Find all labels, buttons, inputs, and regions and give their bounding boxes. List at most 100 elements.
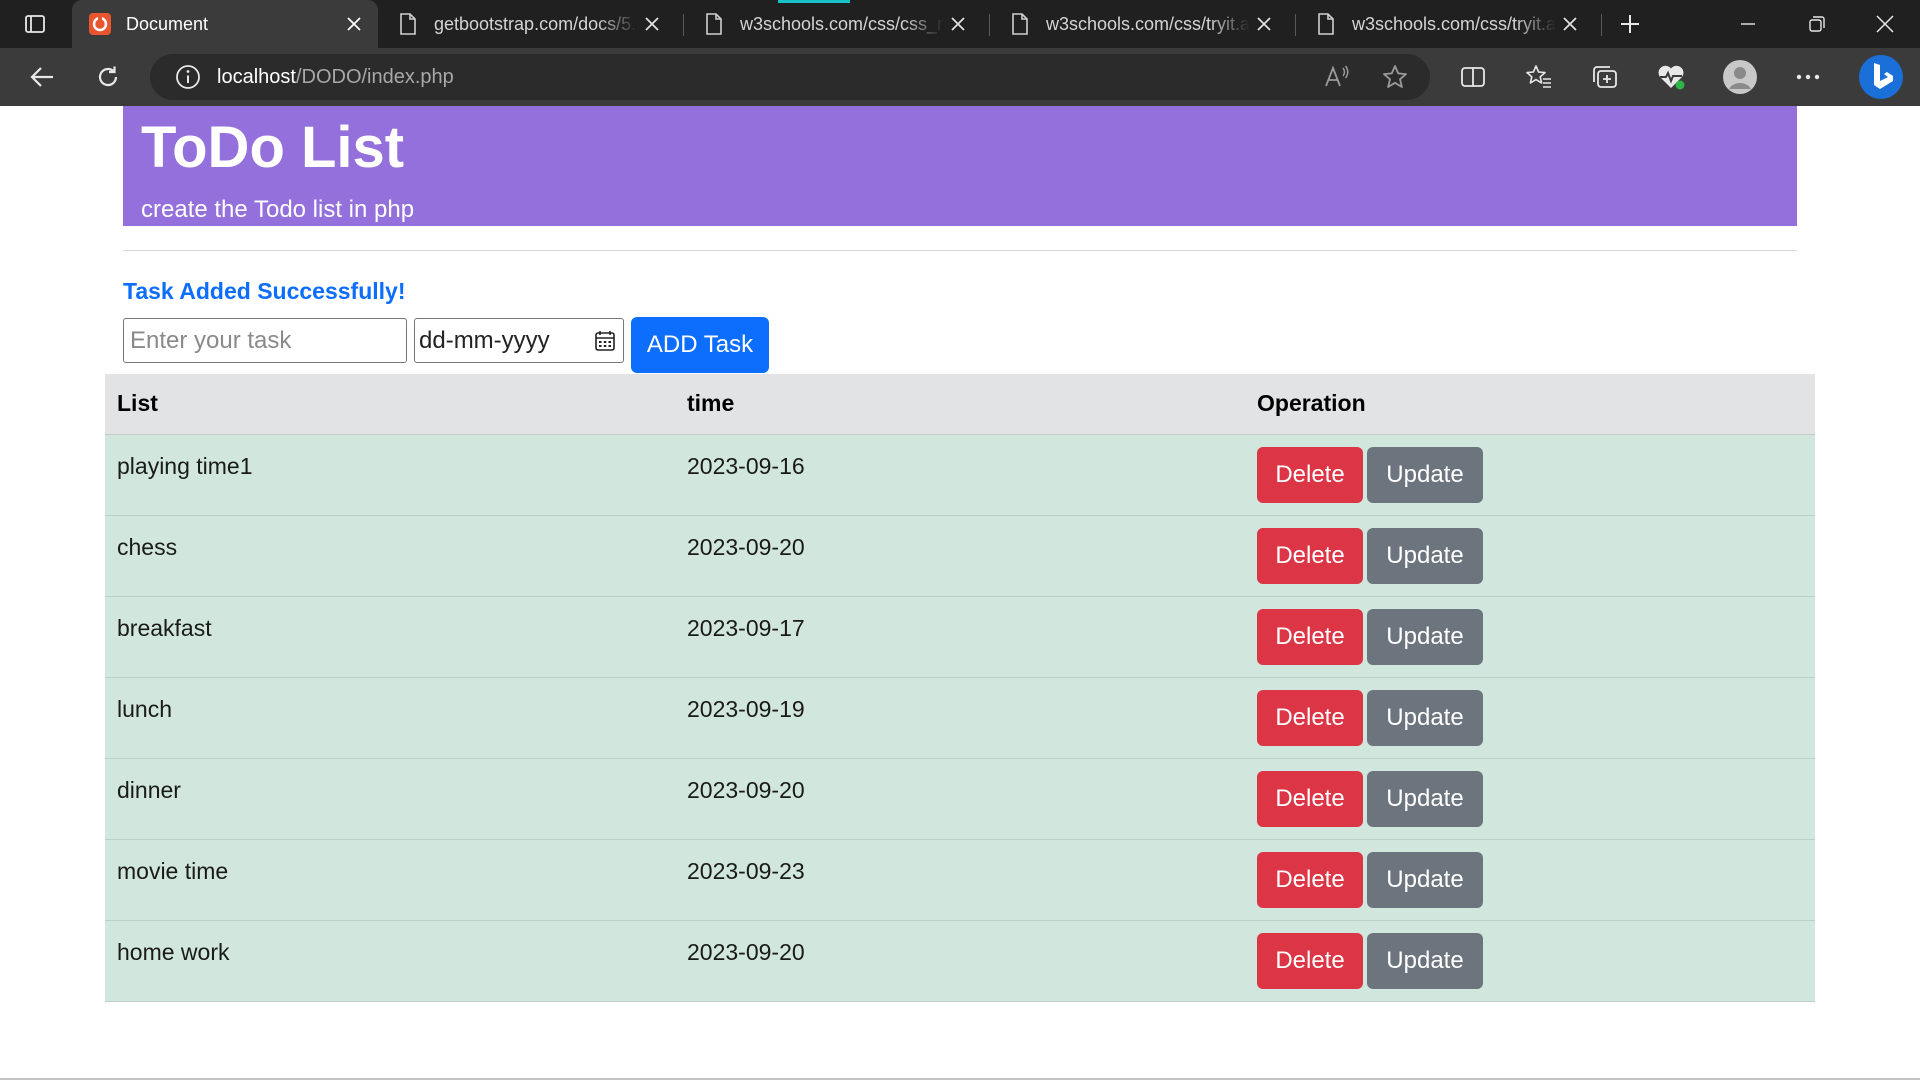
- tab-close-button[interactable]: [1250, 10, 1278, 38]
- task-time: 2023-09-16: [675, 434, 1245, 516]
- operation-cell: Delete Update: [1245, 839, 1815, 921]
- favorite-star-icon[interactable]: [1380, 62, 1410, 92]
- split-screen-icon: [1461, 67, 1485, 87]
- tab-title: w3schools.com/css/css_na: [740, 13, 944, 34]
- delete-button[interactable]: Delete: [1257, 608, 1363, 665]
- favorites-button[interactable]: [1519, 57, 1559, 97]
- back-button[interactable]: [22, 57, 62, 97]
- delete-button[interactable]: Delete: [1257, 446, 1363, 503]
- update-button[interactable]: Update: [1367, 689, 1483, 746]
- split-screen-button[interactable]: [1453, 57, 1493, 97]
- horizontal-rule: [123, 250, 1797, 251]
- url-path: /DODO/index.php: [295, 65, 454, 88]
- close-icon: [645, 17, 659, 31]
- operation-cell: Delete Update: [1245, 677, 1815, 759]
- restore-button[interactable]: [1782, 0, 1852, 48]
- minimize-button[interactable]: [1713, 0, 1783, 48]
- address-url: localhost/DODO/index.php: [217, 66, 454, 89]
- operation-cell: Delete Update: [1245, 596, 1815, 678]
- bing-copilot-button[interactable]: [1858, 54, 1904, 100]
- delete-button[interactable]: Delete: [1257, 932, 1363, 989]
- page-content: ToDo List create the Todo list in php Ta…: [0, 106, 1920, 1080]
- read-aloud-icon[interactable]: [1322, 62, 1352, 92]
- task-name: home work: [105, 920, 675, 1002]
- task-name: playing time1: [105, 434, 675, 516]
- profile-button[interactable]: [1720, 57, 1760, 97]
- tab-2[interactable]: w3schools.com/css/css_na: [686, 0, 982, 48]
- task-name: chess: [105, 515, 675, 597]
- address-bar[interactable]: localhost/DODO/index.php: [150, 54, 1430, 100]
- browser-toolbar: localhost/DODO/index.php: [0, 48, 1920, 106]
- table-row: breakfast 2023-09-17 Delete Update: [105, 596, 1815, 678]
- tab-4[interactable]: w3schools.com/css/tryit.as: [1298, 0, 1594, 48]
- tab-close-button[interactable]: [340, 10, 368, 38]
- tab-close-button[interactable]: [944, 10, 972, 38]
- tab-3[interactable]: w3schools.com/css/tryit.as: [992, 0, 1288, 48]
- tab-separator: [683, 14, 684, 36]
- update-button[interactable]: Update: [1367, 851, 1483, 908]
- delete-button[interactable]: Delete: [1257, 770, 1363, 827]
- close-icon: [1563, 17, 1577, 31]
- task-table: List time Operation playing time1 2023-0…: [105, 374, 1815, 1002]
- table-row: chess 2023-09-20 Delete Update: [105, 515, 1815, 597]
- task-input[interactable]: [123, 318, 407, 363]
- calendar-icon[interactable]: [593, 329, 617, 353]
- settings-more-button[interactable]: [1788, 57, 1828, 97]
- table-row: dinner 2023-09-20 Delete Update: [105, 758, 1815, 840]
- browser-essentials-button[interactable]: [1651, 57, 1691, 97]
- update-button[interactable]: Update: [1367, 527, 1483, 584]
- operation-cell: Delete Update: [1245, 758, 1815, 840]
- page-icon: [396, 12, 420, 36]
- tab-title: w3schools.com/css/tryit.as: [1352, 13, 1556, 34]
- tab-0[interactable]: Document: [72, 0, 378, 48]
- tab-close-button[interactable]: [1556, 10, 1584, 38]
- tab-actions-button[interactable]: [17, 9, 53, 39]
- bing-icon: [1859, 55, 1903, 99]
- favorites-icon: [1526, 65, 1551, 88]
- table-row: lunch 2023-09-19 Delete Update: [105, 677, 1815, 759]
- update-button[interactable]: Update: [1367, 608, 1483, 665]
- delete-button[interactable]: Delete: [1257, 851, 1363, 908]
- site-info-icon[interactable]: [173, 62, 203, 92]
- tab-separator: [989, 14, 990, 36]
- task-time: 2023-09-17: [675, 596, 1245, 678]
- plus-icon: [1621, 15, 1639, 33]
- task-time: 2023-09-20: [675, 920, 1245, 1002]
- operation-cell: Delete Update: [1245, 920, 1815, 1002]
- task-name: dinner: [105, 758, 675, 840]
- table-row: movie time 2023-09-23 Delete Update: [105, 839, 1815, 921]
- date-input[interactable]: dd-mm-yyyy: [414, 318, 624, 363]
- close-window-button[interactable]: [1850, 0, 1920, 48]
- tab-separator: [1295, 14, 1296, 36]
- close-icon: [1876, 15, 1894, 33]
- operation-cell: Delete Update: [1245, 434, 1815, 516]
- column-header-operation: Operation: [1245, 374, 1815, 435]
- table-row: playing time1 2023-09-16 Delete Update: [105, 434, 1815, 516]
- collections-button[interactable]: [1585, 57, 1625, 97]
- new-tab-button[interactable]: [1612, 6, 1648, 42]
- task-name: breakfast: [105, 596, 675, 678]
- delete-button[interactable]: Delete: [1257, 527, 1363, 584]
- tab-1[interactable]: getbootstrap.com/docs/5.: [380, 0, 676, 48]
- url-host: localhost: [217, 65, 296, 88]
- collections-icon: [1593, 66, 1617, 88]
- minimize-icon: [1741, 23, 1755, 25]
- task-time: 2023-09-19: [675, 677, 1245, 759]
- tab-close-button[interactable]: [638, 10, 666, 38]
- refresh-button[interactable]: [88, 57, 128, 97]
- success-message: Task Added Successfully!: [123, 278, 406, 304]
- delete-button[interactable]: Delete: [1257, 689, 1363, 746]
- tab-title: w3schools.com/css/tryit.as: [1046, 13, 1250, 34]
- date-placeholder: dd-mm-yyyy: [419, 326, 550, 354]
- page-icon: [1314, 12, 1338, 36]
- page-title: ToDo List: [141, 115, 405, 180]
- add-task-button[interactable]: ADD Task: [631, 317, 769, 373]
- page-icon: [1008, 12, 1032, 36]
- task-time: 2023-09-20: [675, 758, 1245, 840]
- update-button[interactable]: Update: [1367, 932, 1483, 989]
- refresh-icon: [98, 66, 118, 87]
- update-button[interactable]: Update: [1367, 770, 1483, 827]
- back-arrow-icon: [30, 67, 53, 87]
- update-button[interactable]: Update: [1367, 446, 1483, 503]
- tab-separator: [1601, 14, 1602, 36]
